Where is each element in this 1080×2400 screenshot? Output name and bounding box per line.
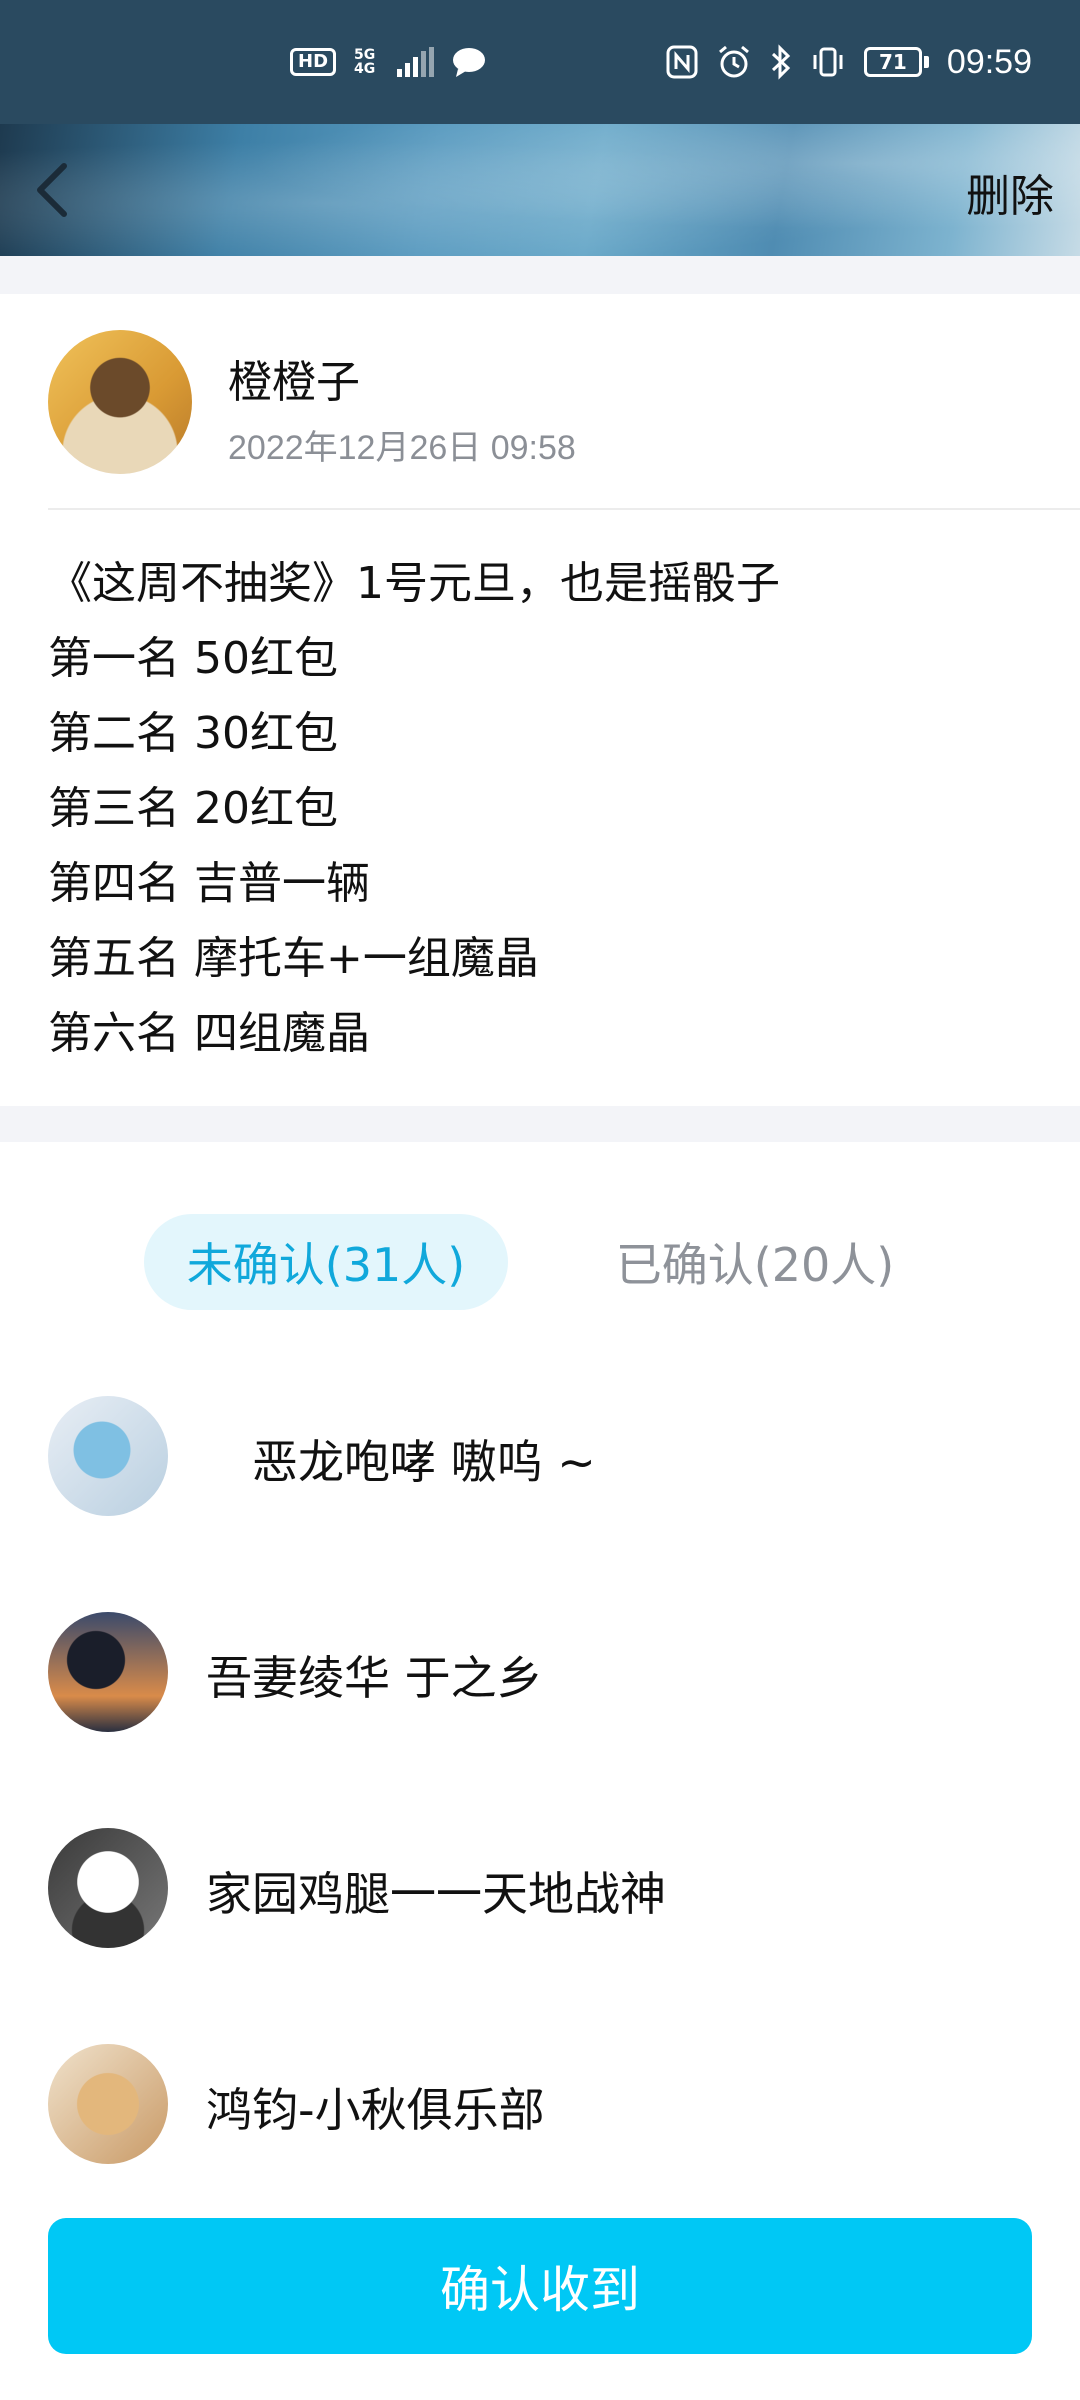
vibrate-icon xyxy=(813,47,843,77)
chevron-left-icon[interactable] xyxy=(20,154,90,226)
list-item[interactable]: 鸿钧-小秋俱乐部 xyxy=(0,2038,1080,2168)
post-time: 2022年12月26日 09:58 xyxy=(228,429,576,467)
nfc-icon xyxy=(666,45,698,79)
section-gap xyxy=(0,256,1080,294)
network-type-icon: 5G 4G xyxy=(354,47,376,77)
post-line: 第五名 摩托车+一组魔晶 xyxy=(48,933,539,984)
status-time: 09:59 xyxy=(946,42,1032,81)
member-name: 恶龙咆哮 嗷呜 ~ xyxy=(252,1435,596,1489)
section-gap xyxy=(0,1106,1080,1142)
member-avatar xyxy=(48,2044,168,2164)
header-banner: 删除 xyxy=(0,124,1080,256)
divider xyxy=(48,508,1080,510)
author-name[interactable]: 橙橙子 xyxy=(228,346,360,410)
alarm-icon xyxy=(718,45,749,78)
battery-icon: 71 xyxy=(863,47,929,77)
confirm-received-button[interactable]: 确认收到 xyxy=(48,2218,1032,2354)
list-item[interactable]: 吾妻绫华 于之乡 xyxy=(0,1606,1080,1736)
member-avatar xyxy=(48,1612,168,1732)
list-item[interactable]: 恶龙咆哮 嗷呜 ~ xyxy=(0,1390,1080,1520)
post-line: 第二名 30红包 xyxy=(48,708,338,759)
member-avatar xyxy=(48,1828,168,1948)
member-name: 鸿钧-小秋俱乐部 xyxy=(206,2083,545,2137)
post-line: 第三名 20红包 xyxy=(48,783,338,834)
post-line: 《这周不抽奖》1号元旦，也是摇骰子 xyxy=(48,558,780,609)
post-card: 橙橙子 2022年12月26日 09:58 《这周不抽奖》1号元旦，也是摇骰子 … xyxy=(0,294,1080,1106)
status-left: HD 5G 4G xyxy=(290,47,486,77)
status-bar: HD 5G 4G 71 09:59 xyxy=(0,0,1080,124)
hd-icon: HD xyxy=(290,48,337,76)
list-item[interactable]: 家园鸡腿一一天地战神 xyxy=(0,1822,1080,1952)
message-icon xyxy=(453,48,486,77)
member-name: 吾妻绫华 于之乡 xyxy=(206,1651,543,1705)
author-avatar[interactable] xyxy=(48,330,192,474)
member-avatar xyxy=(48,1396,168,1516)
status-right: 71 09:59 xyxy=(666,43,1032,82)
signal-icon xyxy=(397,47,435,77)
bluetooth-icon xyxy=(771,44,791,80)
post-line: 第四名 吉普一辆 xyxy=(48,858,370,909)
post-line: 第六名 四组魔晶 xyxy=(48,1008,370,1059)
post-line: 第一名 50红包 xyxy=(48,633,338,684)
tab-unconfirmed[interactable]: 未确认(31人) xyxy=(144,1214,508,1310)
tab-confirmed[interactable]: 已确认(20人) xyxy=(600,1214,910,1310)
delete-button[interactable]: 删除 xyxy=(966,160,1054,224)
member-name: 家园鸡腿一一天地战神 xyxy=(206,1867,666,1921)
post-content: 《这周不抽奖》1号元旦，也是摇骰子 第一名 50红包 第二名 30红包 第三名 … xyxy=(48,546,1038,1071)
